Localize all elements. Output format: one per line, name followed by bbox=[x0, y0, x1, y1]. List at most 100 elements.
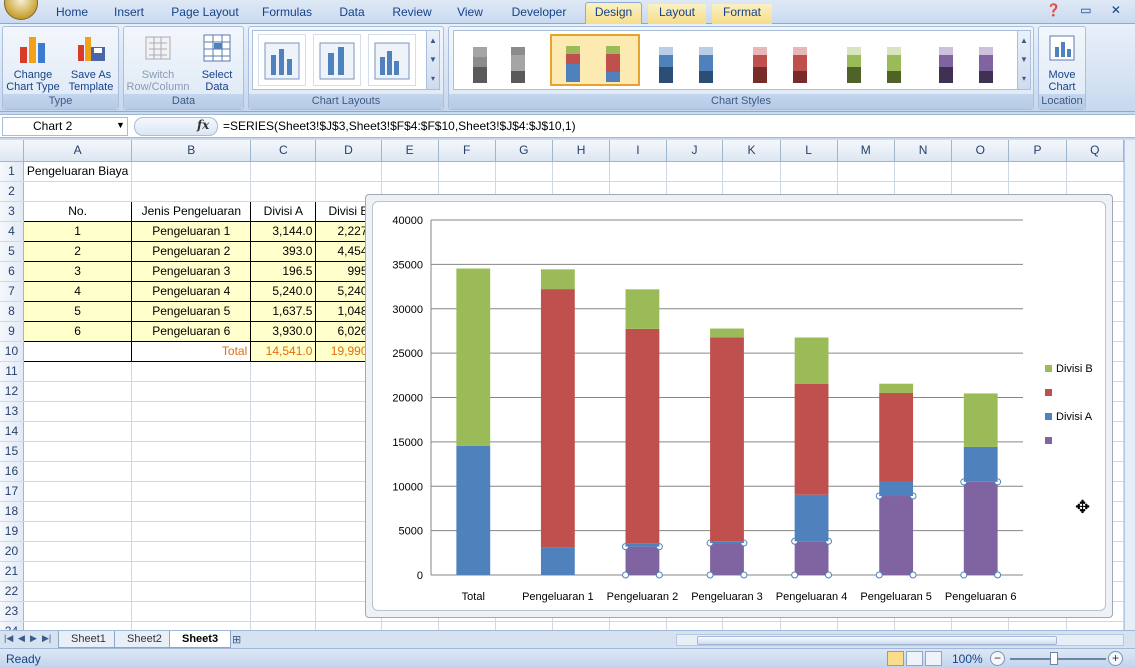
move-chart-button[interactable]: Move Chart bbox=[1039, 29, 1085, 93]
cell[interactable] bbox=[250, 401, 317, 422]
zoom-level[interactable]: 100% bbox=[952, 652, 983, 666]
tab-home[interactable]: Home bbox=[48, 4, 96, 24]
chart-area[interactable]: 0 5000 10000 15000 20000 25000 30000 35000 40000… bbox=[372, 201, 1106, 611]
insert-function-icon[interactable]: fx bbox=[197, 118, 209, 132]
row-header[interactable]: 11 bbox=[0, 361, 24, 382]
data-cell[interactable]: Pengeluaran 3 bbox=[131, 260, 252, 282]
bar-segment[interactable] bbox=[710, 543, 744, 575]
cell[interactable] bbox=[609, 621, 667, 630]
bar-segment[interactable] bbox=[540, 289, 575, 548]
data-cell[interactable]: 3 bbox=[22, 260, 133, 282]
style-option-gray[interactable] bbox=[458, 34, 544, 86]
bar-segment[interactable] bbox=[879, 481, 914, 497]
cell[interactable] bbox=[315, 621, 382, 630]
name-box[interactable]: Chart 2 bbox=[2, 117, 128, 136]
chart-object[interactable]: 0 5000 10000 15000 20000 25000 30000 35000 40000… bbox=[365, 194, 1113, 618]
data-cell[interactable]: 2 bbox=[22, 240, 133, 262]
column-header[interactable]: L bbox=[780, 140, 838, 162]
data-cell[interactable]: 1 bbox=[22, 220, 133, 242]
row-header[interactable]: 7 bbox=[0, 281, 24, 302]
bar-segment[interactable] bbox=[710, 541, 744, 544]
cell[interactable] bbox=[131, 361, 252, 382]
column-header[interactable]: P bbox=[1008, 140, 1067, 162]
bar-segment[interactable] bbox=[879, 383, 914, 393]
cell[interactable] bbox=[250, 381, 317, 402]
cell[interactable] bbox=[1008, 621, 1067, 630]
header-cell[interactable]: Jenis Pengeluaran bbox=[131, 200, 252, 222]
page-layout-view-icon[interactable] bbox=[906, 651, 923, 666]
row-header[interactable]: 20 bbox=[0, 541, 24, 562]
cell[interactable] bbox=[131, 561, 252, 582]
column-header[interactable]: O bbox=[951, 140, 1010, 162]
data-cell[interactable]: 3,144.0 bbox=[250, 220, 317, 242]
total-label-cell[interactable]: Total bbox=[131, 340, 252, 362]
cell[interactable] bbox=[381, 161, 439, 182]
column-header[interactable]: E bbox=[381, 140, 439, 162]
column-header[interactable]: Q bbox=[1066, 140, 1124, 162]
row-header[interactable]: 8 bbox=[0, 301, 24, 322]
cell[interactable] bbox=[23, 601, 133, 622]
bar-segment[interactable] bbox=[456, 268, 491, 446]
column-header[interactable]: D bbox=[315, 140, 382, 162]
cell[interactable] bbox=[250, 441, 317, 462]
column-header[interactable]: H bbox=[552, 140, 611, 162]
cell[interactable] bbox=[666, 621, 724, 630]
cell[interactable] bbox=[837, 621, 895, 630]
cell[interactable] bbox=[250, 161, 317, 182]
formula-input[interactable]: =SERIES(Sheet3!$J$3,Sheet3!$F$4:$F$10,Sh… bbox=[223, 119, 576, 133]
cell[interactable] bbox=[780, 161, 838, 182]
cell[interactable] bbox=[131, 621, 252, 630]
cell[interactable] bbox=[438, 621, 496, 630]
cell[interactable] bbox=[131, 401, 252, 422]
cell[interactable] bbox=[837, 161, 895, 182]
cell[interactable] bbox=[23, 421, 133, 442]
prev-sheet-icon[interactable]: ◀ bbox=[18, 633, 25, 644]
cell[interactable] bbox=[495, 621, 553, 630]
name-box-dropdown-icon[interactable]: ▼ bbox=[116, 120, 125, 130]
cell[interactable] bbox=[722, 161, 781, 182]
row-header[interactable]: 2 bbox=[0, 181, 24, 202]
tab-view[interactable]: View bbox=[448, 4, 492, 24]
data-cell[interactable]: Pengeluaran 5 bbox=[131, 300, 252, 322]
bar-segment[interactable] bbox=[625, 328, 660, 544]
save-as-template-button[interactable]: Save As Template bbox=[63, 29, 119, 93]
cell[interactable] bbox=[250, 461, 317, 482]
style-option-colorful[interactable] bbox=[550, 34, 640, 86]
tab-page-layout[interactable]: Page Layout bbox=[164, 4, 246, 24]
bar-segment[interactable] bbox=[540, 269, 575, 290]
tab-formulas[interactable]: Formulas bbox=[256, 4, 318, 24]
cell[interactable] bbox=[250, 541, 317, 562]
total-a-cell[interactable]: 14,541.0 bbox=[250, 340, 317, 362]
cell[interactable] bbox=[666, 161, 724, 182]
chart-layouts-gallery[interactable]: ▲ ▼ ▾ bbox=[252, 30, 440, 90]
cell[interactable] bbox=[23, 401, 133, 422]
cell[interactable] bbox=[894, 161, 953, 182]
cell[interactable] bbox=[495, 161, 553, 182]
column-header[interactable]: M bbox=[837, 140, 895, 162]
tab-review[interactable]: Review bbox=[384, 4, 440, 24]
sheet-tab-sheet1[interactable]: Sheet1 bbox=[58, 631, 119, 648]
layout-option-3[interactable] bbox=[368, 34, 416, 86]
column-header[interactable]: B bbox=[131, 140, 252, 162]
bar-segment[interactable] bbox=[710, 328, 744, 338]
cell[interactable] bbox=[23, 181, 133, 202]
cell[interactable] bbox=[131, 381, 252, 402]
chart-styles-gallery[interactable]: ▲ ▼ ▾ bbox=[453, 30, 1031, 90]
row-header[interactable]: 6 bbox=[0, 261, 24, 282]
page-break-view-icon[interactable] bbox=[925, 651, 942, 666]
sheet-tab-sheet3[interactable]: Sheet3 bbox=[169, 631, 232, 648]
bar-segment[interactable] bbox=[710, 337, 744, 542]
styles-scroll[interactable]: ▲ ▼ ▾ bbox=[1017, 31, 1030, 89]
row-header[interactable]: 13 bbox=[0, 401, 24, 422]
header-cell[interactable]: No. bbox=[22, 200, 133, 222]
cell[interactable] bbox=[250, 561, 317, 582]
bar-segment[interactable] bbox=[625, 546, 660, 575]
cell[interactable] bbox=[250, 501, 317, 522]
column-header[interactable]: A bbox=[23, 140, 133, 162]
row-header[interactable]: 12 bbox=[0, 381, 24, 402]
data-cell[interactable]: 1,637.5 bbox=[250, 300, 317, 322]
row-header[interactable]: 1 bbox=[0, 161, 24, 182]
cell[interactable] bbox=[250, 581, 317, 602]
bar-segment[interactable] bbox=[794, 541, 829, 575]
column-header[interactable]: J bbox=[666, 140, 724, 162]
